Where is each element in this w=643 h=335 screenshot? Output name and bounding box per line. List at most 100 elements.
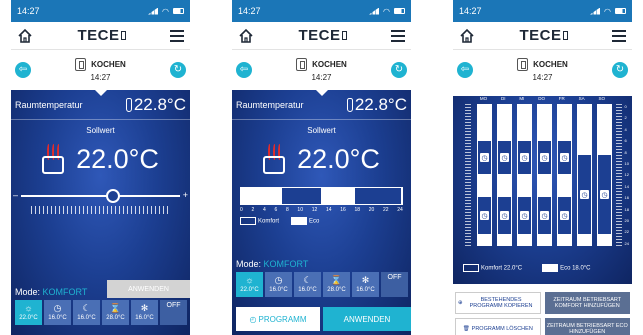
eco-swatch — [291, 217, 308, 225]
timeline-tick: 14 — [325, 207, 332, 213]
menu-icon[interactable] — [169, 29, 184, 42]
mode-button[interactable]: ✻ 16.0°C — [352, 272, 379, 297]
battery-icon — [394, 8, 405, 14]
mode-button[interactable]: ◷ 16.0°C — [44, 300, 71, 325]
mode-button[interactable]: OFF — [381, 272, 408, 297]
hour-number: 24 — [624, 240, 629, 246]
day-label: MI — [519, 96, 525, 101]
slider-plus[interactable]: + — [183, 190, 188, 200]
slider-minus[interactable]: – — [13, 190, 18, 200]
day-bar[interactable]: ◷ — [597, 104, 612, 246]
timeline-segment[interactable] — [241, 188, 282, 204]
clock-icon: ◷ — [559, 152, 570, 164]
hour-number: 16 — [624, 195, 629, 201]
timeline-tick: 2 — [251, 207, 255, 213]
week-actions: ⊕ BESTEHENDES PROGRAMM KOPIEREN ZEITRAUM … — [453, 292, 632, 335]
setpoint-slider[interactable]: – + — [13, 189, 188, 203]
mode-icon: ✻ — [140, 303, 149, 313]
day-label: FR — [558, 96, 565, 101]
refresh-icon[interactable]: ↻ — [169, 62, 186, 78]
mode-icon: ⌛ — [330, 275, 343, 285]
apply-button[interactable]: ANWENDEN — [323, 307, 411, 331]
clock-icon: ◷ — [539, 152, 550, 164]
day-bar[interactable]: ◷ ◷ — [517, 104, 532, 246]
room-name: KOCHEN — [533, 60, 568, 69]
day-timeline[interactable] — [240, 187, 403, 205]
mode-icon: ◷ — [274, 275, 283, 285]
mode-value: KOMFORT — [42, 287, 88, 297]
mode-button[interactable]: ☾ 16.0°C — [294, 272, 321, 297]
timeline-segment[interactable] — [321, 188, 354, 204]
day-bar[interactable]: ◷ ◷ — [497, 104, 512, 246]
day-bar[interactable]: ◷ ◷ — [537, 104, 552, 246]
brand-logo: TECE — [77, 27, 126, 44]
trash-icon: 🗑 — [462, 325, 470, 332]
mode-temp: 22.0°C — [240, 287, 259, 293]
clock-icon: ◷ — [599, 189, 610, 201]
refresh-icon[interactable]: ↻ — [611, 62, 628, 78]
add-komfort-period-button[interactable]: ZEITRAUM BETRIEBSART KOMFORT HINZUFÜGEN — [544, 292, 630, 314]
mode-button[interactable]: ⌛ 28.0°C — [102, 300, 129, 325]
clock-icon: ◷ — [539, 210, 550, 222]
mode-temp: 28.0°C — [106, 315, 125, 321]
room-bar: ⇦ KOCHEN 14:27 ↻ — [453, 50, 632, 96]
mode-icon: ☼ — [245, 275, 254, 285]
day-label: DO — [538, 96, 545, 101]
back-icon[interactable]: ⇦ — [457, 62, 473, 78]
mode-button[interactable]: ☾ 16.0°C — [73, 300, 100, 325]
home-icon[interactable] — [459, 28, 475, 44]
control-panel: Raumtemperatur 22.8°C Sollwert 22.0°C – … — [11, 90, 190, 335]
hour-number: 18 — [624, 206, 629, 212]
hour-number: 12 — [624, 172, 629, 178]
mode-button[interactable]: ◷ 16.0°C — [265, 272, 292, 297]
home-icon[interactable] — [17, 28, 33, 44]
control-panel: Raumtemperatur 22.8°C Sollwert 22.0°C 0 2… — [232, 90, 411, 335]
copy-program-button[interactable]: ⊕ BESTEHENDES PROGRAMM KOPIEREN — [455, 292, 541, 314]
status-bar: 14:27 ◠ — [453, 0, 632, 22]
delete-program-button[interactable]: 🗑 PROGRAMM LÖSCHEN — [455, 318, 541, 335]
mode-button[interactable]: ☼ 22.0°C — [236, 272, 263, 297]
timeline-segment[interactable] — [353, 188, 402, 204]
menu-icon[interactable] — [390, 29, 405, 42]
mode-icon: ☾ — [303, 275, 312, 285]
hour-number: 10 — [624, 161, 629, 167]
hour-number: 20 — [624, 218, 629, 224]
mode-button[interactable]: ✻ 16.0°C — [131, 300, 158, 325]
heating-icon — [42, 144, 65, 174]
apply-button[interactable]: ANWENDEN — [107, 280, 190, 298]
day-labels: MO DI MI DO FR SA SO — [473, 96, 612, 101]
setpoint-value: 22.0°C — [76, 143, 159, 174]
legend-eco: Eco — [309, 218, 320, 225]
room-time: 14:27 — [90, 73, 111, 82]
clock-icon: ◷ — [479, 152, 490, 164]
brand-mark-icon — [341, 31, 347, 40]
timeline-tick: 24 — [397, 207, 403, 213]
week-legend: Komfort 22.0°C Eco 18.0°C — [463, 264, 622, 272]
room-temperature-label: Raumtemperatur — [15, 99, 83, 110]
hour-number: 0 — [624, 104, 627, 109]
add-eco-period-button[interactable]: ZEITRAUM BETRIEBSART ECO HINZUFÜGEN — [544, 318, 630, 335]
timeline-segment[interactable] — [281, 188, 322, 204]
day-bar[interactable]: ◷ ◷ — [477, 104, 492, 246]
hour-scale-right — [616, 104, 622, 246]
wifi-icon: ◠ — [162, 6, 169, 16]
day-bar[interactable]: ◷ ◷ — [557, 104, 572, 246]
mode-button[interactable]: OFF — [160, 300, 187, 325]
mode-icon: ☼ — [24, 303, 33, 313]
home-icon[interactable] — [238, 28, 254, 44]
menu-icon[interactable] — [611, 29, 626, 42]
back-icon[interactable]: ⇦ — [236, 62, 252, 78]
legend-komfort: Komfort 22.0°C — [481, 265, 523, 272]
back-icon[interactable]: ⇦ — [15, 62, 31, 78]
program-button[interactable]: ◴ PROGRAMM — [236, 307, 320, 331]
refresh-icon[interactable]: ↻ — [390, 62, 407, 78]
day-bar[interactable]: ◷ — [577, 104, 592, 246]
mode-button[interactable]: ⌛ 28.0°C — [323, 272, 350, 297]
hour-number: 4 — [624, 126, 627, 132]
hour-number: 2 — [624, 115, 627, 121]
brand-mark-icon — [120, 31, 126, 40]
mode-icon: ⌛ — [109, 303, 122, 313]
slider-knob[interactable] — [106, 189, 121, 203]
mode-temp: 16.0°C — [269, 287, 288, 293]
mode-button[interactable]: ☼ 22.0°C — [15, 300, 42, 325]
